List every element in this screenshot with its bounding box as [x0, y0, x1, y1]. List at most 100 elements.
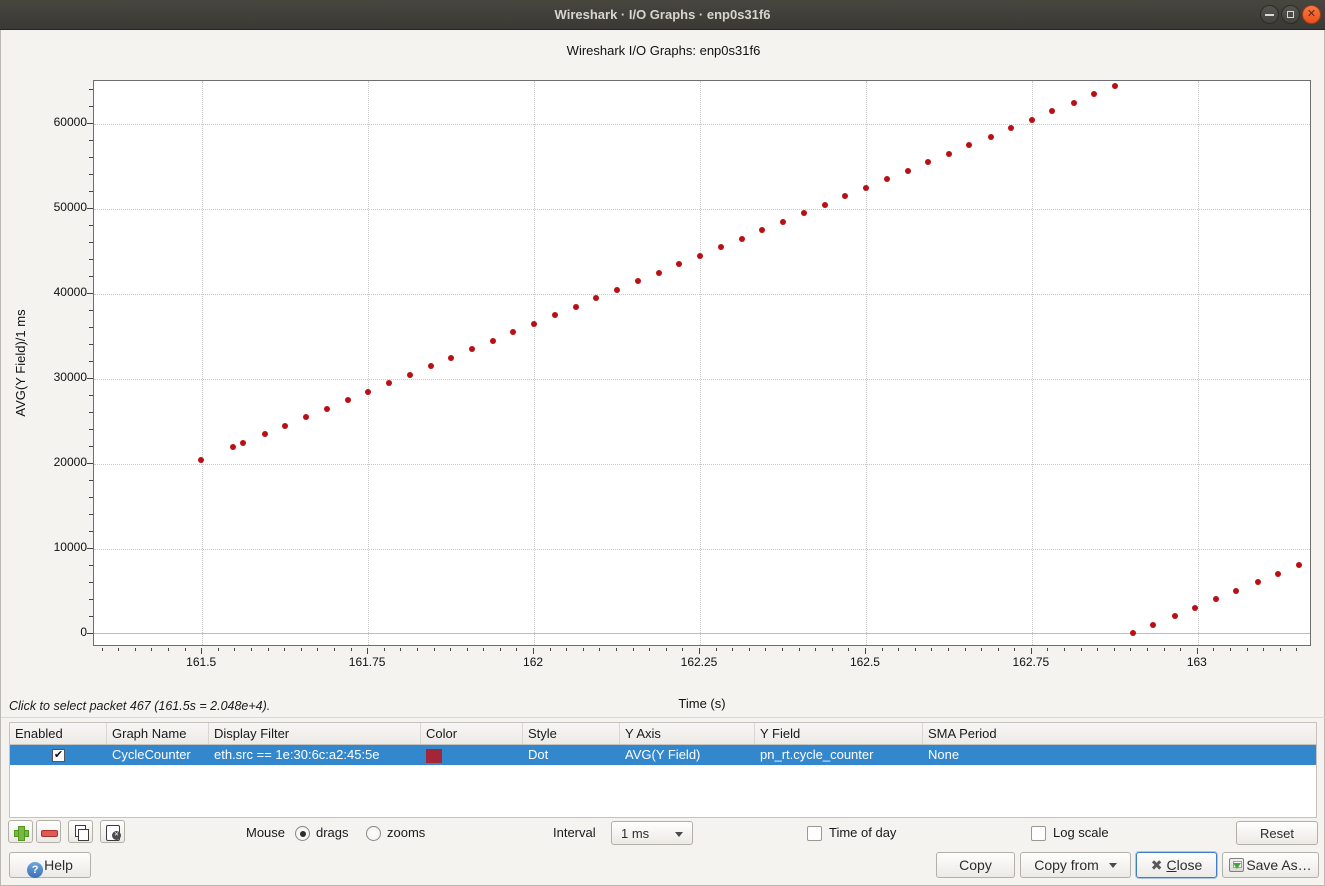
- data-point[interactable]: [407, 372, 413, 378]
- data-point[interactable]: [842, 193, 848, 199]
- data-point[interactable]: [1275, 571, 1281, 577]
- close-window-button[interactable]: ✕: [1302, 5, 1321, 24]
- data-point[interactable]: [1049, 108, 1055, 114]
- remove-graph-button[interactable]: [36, 820, 61, 843]
- x-minor-tick: [185, 648, 186, 651]
- data-point[interactable]: [552, 312, 558, 318]
- data-point[interactable]: [1071, 100, 1077, 106]
- chevron-down-icon: [1109, 863, 1117, 868]
- cell-y-field[interactable]: pn_rt.cycle_counter: [755, 745, 923, 765]
- titlebar[interactable]: Wireshark · I/O Graphs · enp0s31f6 ✕: [0, 0, 1325, 30]
- data-point[interactable]: [448, 355, 454, 361]
- data-point[interactable]: [240, 440, 246, 446]
- data-point[interactable]: [262, 431, 268, 437]
- status-hint: Click to select packet 467 (161.5s = 2.0…: [9, 699, 270, 713]
- maximize-button[interactable]: [1281, 5, 1300, 24]
- data-point[interactable]: [676, 261, 682, 267]
- log-scale-label[interactable]: Log scale: [1053, 825, 1109, 840]
- column-header-sma-period[interactable]: SMA Period: [923, 723, 1316, 744]
- time-of-day-label[interactable]: Time of day: [829, 825, 896, 840]
- column-header-color[interactable]: Color: [421, 723, 523, 744]
- data-point[interactable]: [988, 134, 994, 140]
- data-point[interactable]: [1150, 622, 1156, 628]
- copy-button[interactable]: Copy: [936, 852, 1015, 878]
- interval-select[interactable]: 1 ms: [611, 821, 693, 845]
- minimize-button[interactable]: [1260, 5, 1279, 24]
- data-point[interactable]: [1029, 117, 1035, 123]
- mouse-zooms-label[interactable]: zooms: [387, 825, 425, 840]
- cell-sma-period[interactable]: None: [923, 745, 1316, 765]
- mouse-drags-radio[interactable]: [295, 826, 310, 841]
- data-point[interactable]: [282, 423, 288, 429]
- data-point[interactable]: [1091, 91, 1097, 97]
- column-header-y-field[interactable]: Y Field: [755, 723, 923, 744]
- data-point[interactable]: [966, 142, 972, 148]
- close-button[interactable]: ✖Close: [1136, 852, 1217, 878]
- data-point[interactable]: [386, 380, 392, 386]
- time-of-day-checkbox[interactable]: [807, 826, 822, 841]
- column-header-graph-name[interactable]: Graph Name: [107, 723, 209, 744]
- data-point[interactable]: [946, 151, 952, 157]
- x-tick: [865, 648, 866, 654]
- column-header-enabled[interactable]: Enabled: [10, 723, 107, 744]
- data-point[interactable]: [365, 389, 371, 395]
- data-point[interactable]: [303, 414, 309, 420]
- data-point[interactable]: [1255, 579, 1261, 585]
- column-header-display-filter[interactable]: Display Filter: [209, 723, 421, 744]
- data-point[interactable]: [469, 346, 475, 352]
- x-minor-tick: [749, 648, 750, 651]
- data-point[interactable]: [822, 202, 828, 208]
- plot-area[interactable]: [93, 80, 1311, 646]
- data-point[interactable]: [345, 397, 351, 403]
- save-as-button[interactable]: Save As…: [1222, 852, 1319, 878]
- mouse-zooms-radio[interactable]: [366, 826, 381, 841]
- data-point[interactable]: [1112, 83, 1118, 89]
- data-point[interactable]: [490, 338, 496, 344]
- data-point[interactable]: [739, 236, 745, 242]
- enabled-checkbox[interactable]: ✔: [52, 749, 65, 762]
- data-point[interactable]: [759, 227, 765, 233]
- data-point[interactable]: [780, 219, 786, 225]
- data-point[interactable]: [801, 210, 807, 216]
- mouse-drags-label[interactable]: drags: [316, 825, 349, 840]
- copy-from-button[interactable]: Copy from: [1020, 852, 1131, 878]
- data-point[interactable]: [863, 185, 869, 191]
- data-point[interactable]: [573, 304, 579, 310]
- data-point[interactable]: [324, 406, 330, 412]
- data-point[interactable]: [1213, 596, 1219, 602]
- duplicate-graph-button[interactable]: [68, 820, 93, 843]
- cell-graph-name[interactable]: CycleCounter: [107, 745, 209, 765]
- data-point[interactable]: [428, 363, 434, 369]
- gridline-x: [1032, 81, 1033, 645]
- data-point[interactable]: [697, 253, 703, 259]
- data-point[interactable]: [1296, 562, 1302, 568]
- data-point[interactable]: [593, 295, 599, 301]
- clear-graphs-button[interactable]: [100, 820, 125, 843]
- help-button[interactable]: ?Help: [9, 852, 91, 878]
- color-swatch[interactable]: [426, 749, 442, 763]
- reset-button[interactable]: Reset: [1236, 821, 1318, 845]
- data-point[interactable]: [656, 270, 662, 276]
- y-tick: [87, 293, 93, 294]
- data-point[interactable]: [925, 159, 931, 165]
- cell-display-filter[interactable]: eth.src == 1e:30:6c:a2:45:5e: [209, 745, 421, 765]
- data-point[interactable]: [1172, 613, 1178, 619]
- cell-y-axis[interactable]: AVG(Y Field): [620, 745, 755, 765]
- data-point[interactable]: [884, 176, 890, 182]
- data-point[interactable]: [718, 244, 724, 250]
- data-point[interactable]: [614, 287, 620, 293]
- cell-style[interactable]: Dot: [523, 745, 620, 765]
- column-header-style[interactable]: Style: [523, 723, 620, 744]
- data-point[interactable]: [1130, 630, 1136, 636]
- data-point[interactable]: [905, 168, 911, 174]
- data-point[interactable]: [510, 329, 516, 335]
- table-row[interactable]: ✔ CycleCounter eth.src == 1e:30:6c:a2:45…: [10, 745, 1316, 765]
- data-point[interactable]: [230, 444, 236, 450]
- data-point[interactable]: [635, 278, 641, 284]
- column-header-y-axis[interactable]: Y Axis: [620, 723, 755, 744]
- data-point[interactable]: [1233, 588, 1239, 594]
- data-point[interactable]: [1008, 125, 1014, 131]
- add-graph-button[interactable]: [8, 820, 33, 843]
- log-scale-checkbox[interactable]: [1031, 826, 1046, 841]
- data-point[interactable]: [531, 321, 537, 327]
